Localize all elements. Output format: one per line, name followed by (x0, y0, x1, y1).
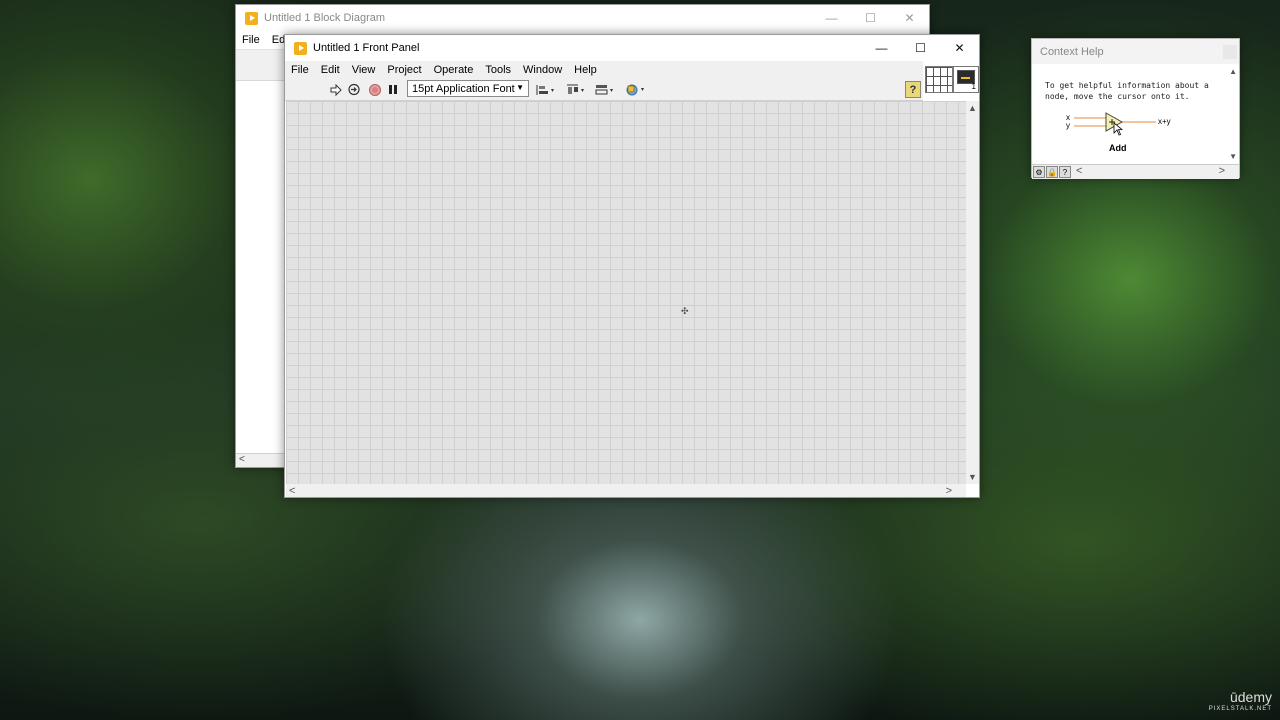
minimize-button[interactable]: — (862, 35, 901, 61)
scroll-up-arrow[interactable]: ▲ (968, 103, 977, 113)
context-help-title: Context Help (1040, 45, 1104, 58)
menu-help[interactable]: Help (568, 61, 603, 79)
cursor-crosshair-icon: ✣ (681, 306, 689, 316)
vi-icon-number: 1 (971, 82, 976, 91)
menu-view[interactable]: View (346, 61, 382, 79)
distribute-objects-icon[interactable] (565, 81, 587, 98)
front-panel-window[interactable]: Untitled 1 Front Panel — ☐ ✕ File Edit V… (284, 34, 980, 498)
labview-app-icon (245, 11, 258, 25)
run-arrow-icon[interactable] (329, 81, 343, 98)
align-objects-icon[interactable] (535, 81, 557, 98)
watermark-sub: PIXELSTALK.NET (1208, 706, 1272, 712)
detailed-help-icon[interactable]: ? (1059, 166, 1071, 178)
horizontal-scrollbar[interactable]: < > (286, 484, 966, 497)
menu-operate[interactable]: Operate (428, 61, 480, 79)
input-y-label: y (1066, 121, 1070, 130)
udemy-watermark-logo: ūdemy PIXELSTALK.NET (1208, 690, 1272, 715)
menu-file[interactable]: File (236, 31, 266, 49)
context-help-titlebar[interactable]: Context Help (1032, 39, 1239, 64)
menu-window[interactable]: Window (517, 61, 568, 79)
minimize-button[interactable]: — (812, 5, 851, 31)
front-panel-titlebar[interactable]: Untitled 1 Front Panel — ☐ ✕ (285, 35, 979, 61)
labview-app-icon (294, 41, 307, 55)
add-function-diagram: x y x+y (1062, 111, 1182, 143)
scroll-right-arrow[interactable]: > (946, 485, 952, 497)
font-ring-dropdown[interactable]: 15pt Application Font ▼ (407, 80, 529, 97)
maximize-button[interactable]: ☐ (851, 5, 890, 31)
pause-icon[interactable] (386, 81, 400, 98)
front-panel-canvas[interactable]: ✣ (286, 101, 966, 484)
close-button[interactable]: ✕ (940, 35, 979, 61)
scroll-down-arrow[interactable]: ▼ (1229, 152, 1237, 161)
chevron-down-icon: ▼ (516, 83, 524, 92)
show-context-help-button[interactable]: ? (905, 81, 921, 98)
abort-execution-icon[interactable] (368, 81, 382, 98)
connector-pane[interactable] (925, 66, 953, 93)
reorder-icon[interactable] (624, 81, 648, 98)
context-help-text: To get helpful information about a node,… (1045, 81, 1209, 101)
block-diagram-title: Untitled 1 Block Diagram (264, 12, 386, 24)
front-panel-menubar: File Edit View Project Operate Tools Win… (285, 61, 923, 80)
scroll-up-arrow[interactable]: ▲ (1229, 67, 1237, 76)
maximize-button[interactable]: ☐ (901, 35, 940, 61)
context-help-footer: ⚙ 🔒 ? < > (1032, 164, 1239, 179)
lock-icon[interactable]: 🔒 (1046, 166, 1058, 178)
resize-objects-icon[interactable] (594, 81, 616, 98)
scroll-left-arrow[interactable]: < (236, 453, 286, 467)
output-label: x+y (1158, 117, 1171, 126)
menu-tools[interactable]: Tools (479, 61, 517, 79)
run-continuously-icon[interactable] (346, 81, 362, 98)
scroll-right-arrow[interactable]: > (1219, 165, 1225, 177)
front-panel-title: Untitled 1 Front Panel (313, 42, 420, 54)
context-help-window[interactable]: Context Help To get helpful information … (1031, 38, 1240, 179)
function-name: Add (1109, 143, 1127, 153)
menu-project[interactable]: Project (381, 61, 427, 79)
vi-icon[interactable]: 1 (953, 66, 979, 93)
menu-edit[interactable]: Edit (315, 61, 346, 79)
close-button[interactable] (1223, 45, 1237, 59)
vertical-scrollbar[interactable]: ▲ ▼ (966, 101, 979, 484)
menu-file[interactable]: File (285, 61, 315, 79)
scroll-left-arrow[interactable]: < (1076, 165, 1082, 177)
front-panel-toolbar: 15pt Application Font ▼ ? (285, 79, 923, 101)
scroll-left-arrow[interactable]: < (289, 485, 295, 497)
font-ring-value: 15pt Application Font (412, 82, 515, 95)
close-button[interactable]: ✕ (890, 5, 929, 31)
block-diagram-titlebar[interactable]: Untitled 1 Block Diagram — ☐ ✕ (236, 5, 929, 31)
scroll-down-arrow[interactable]: ▼ (968, 472, 977, 482)
show-optional-terminals-icon[interactable]: ⚙ (1033, 166, 1045, 178)
